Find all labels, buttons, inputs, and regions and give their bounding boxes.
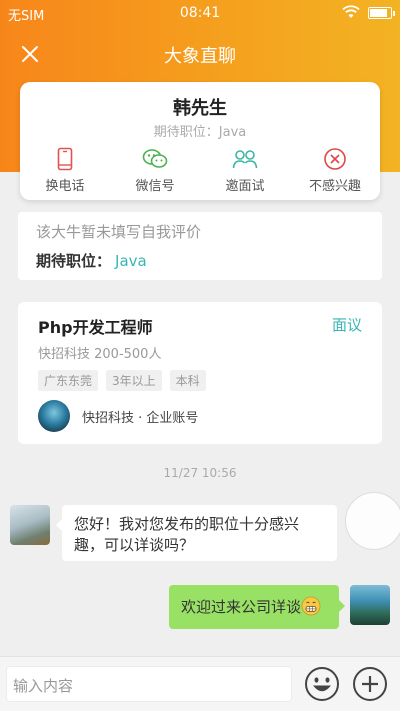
change-phone-label: 换电话 bbox=[45, 179, 85, 194]
profile-card: 韩先生 期待职位：Java 换电话 微信号 邀面试 不感兴趣 bbox=[20, 82, 380, 200]
plus-icon[interactable] bbox=[352, 666, 388, 702]
message-bubble-outgoing[interactable]: 欢迎过来公司详谈 bbox=[169, 585, 345, 629]
job-tag-experience: 3年以上 bbox=[106, 370, 162, 391]
invite-interview-label: 邀面试 bbox=[225, 179, 265, 194]
expected-position-value: Java bbox=[115, 252, 147, 270]
action-row: 换电话 微信号 邀面试 不感兴趣 bbox=[20, 146, 380, 196]
wechat-label: 微信号 bbox=[135, 179, 175, 194]
candidate-expected-position: 期待职位：Java bbox=[153, 125, 247, 140]
job-tag-education: 本科 bbox=[169, 370, 206, 391]
clock-text: 08:41 bbox=[179, 5, 221, 21]
expected-position-row: 期待职位： Java bbox=[36, 250, 147, 271]
message-bubble-incoming[interactable]: 您好！我对您发布的职位十分感兴趣，可以详谈吗？ bbox=[56, 505, 337, 561]
wechat-icon bbox=[142, 149, 168, 168]
not-interested-icon bbox=[324, 148, 346, 170]
job-tags: 广东东莞 3年以上 本科 bbox=[38, 370, 206, 391]
user-avatar[interactable] bbox=[350, 585, 390, 625]
battery-icon bbox=[368, 7, 395, 19]
job-card[interactable]: Php开发工程师 面议 快招科技 200-500人 广东东莞 3年以上 本科 快… bbox=[18, 302, 382, 444]
company-account-name: 快招科技 · 企业账号 bbox=[82, 410, 199, 426]
job-tag-location: 广东东莞 bbox=[38, 370, 99, 391]
company-logo bbox=[38, 400, 70, 432]
not-interested-label: 不感兴趣 bbox=[308, 179, 361, 194]
nav-bar: 大象直聊 bbox=[0, 28, 400, 80]
emoji-icon[interactable] bbox=[304, 666, 340, 702]
wifi-icon bbox=[342, 5, 360, 18]
chat-timestamp: 11/27 10:56 bbox=[163, 466, 237, 480]
message-input[interactable]: 输入内容 bbox=[6, 666, 292, 702]
candidate-avatar[interactable] bbox=[10, 505, 50, 545]
invite-interview-button[interactable]: 邀面试 bbox=[200, 146, 290, 196]
job-company-info: 快招科技 200-500人 bbox=[38, 347, 162, 362]
candidate-name: 韩先生 bbox=[173, 98, 227, 119]
job-salary: 面议 bbox=[331, 316, 362, 334]
status-bar: 无SIM 08:41 bbox=[0, 0, 400, 26]
floating-action-button[interactable] bbox=[345, 492, 400, 550]
page-title: 大象直聊 bbox=[164, 46, 236, 67]
invite-interview-icon bbox=[232, 150, 258, 169]
phone-icon bbox=[57, 147, 73, 171]
company-account: 快招科技 · 企业账号 bbox=[38, 400, 198, 432]
grin-emoji-icon bbox=[301, 596, 321, 616]
expected-position-label: 期待职位： bbox=[36, 252, 112, 270]
job-title: Php开发工程师 bbox=[38, 318, 153, 337]
change-phone-button[interactable]: 换电话 bbox=[20, 146, 110, 196]
outgoing-message-text: 欢迎过来公司详谈 bbox=[181, 598, 302, 616]
candidate-intro: 该大牛暂未填写自我评价 期待职位： Java bbox=[18, 212, 382, 280]
input-bar: 输入内容 bbox=[0, 656, 400, 711]
not-interested-button[interactable]: 不感兴趣 bbox=[290, 146, 380, 196]
self-evaluation: 该大牛暂未填写自我评价 bbox=[36, 223, 202, 241]
wechat-button[interactable]: 微信号 bbox=[110, 146, 200, 196]
